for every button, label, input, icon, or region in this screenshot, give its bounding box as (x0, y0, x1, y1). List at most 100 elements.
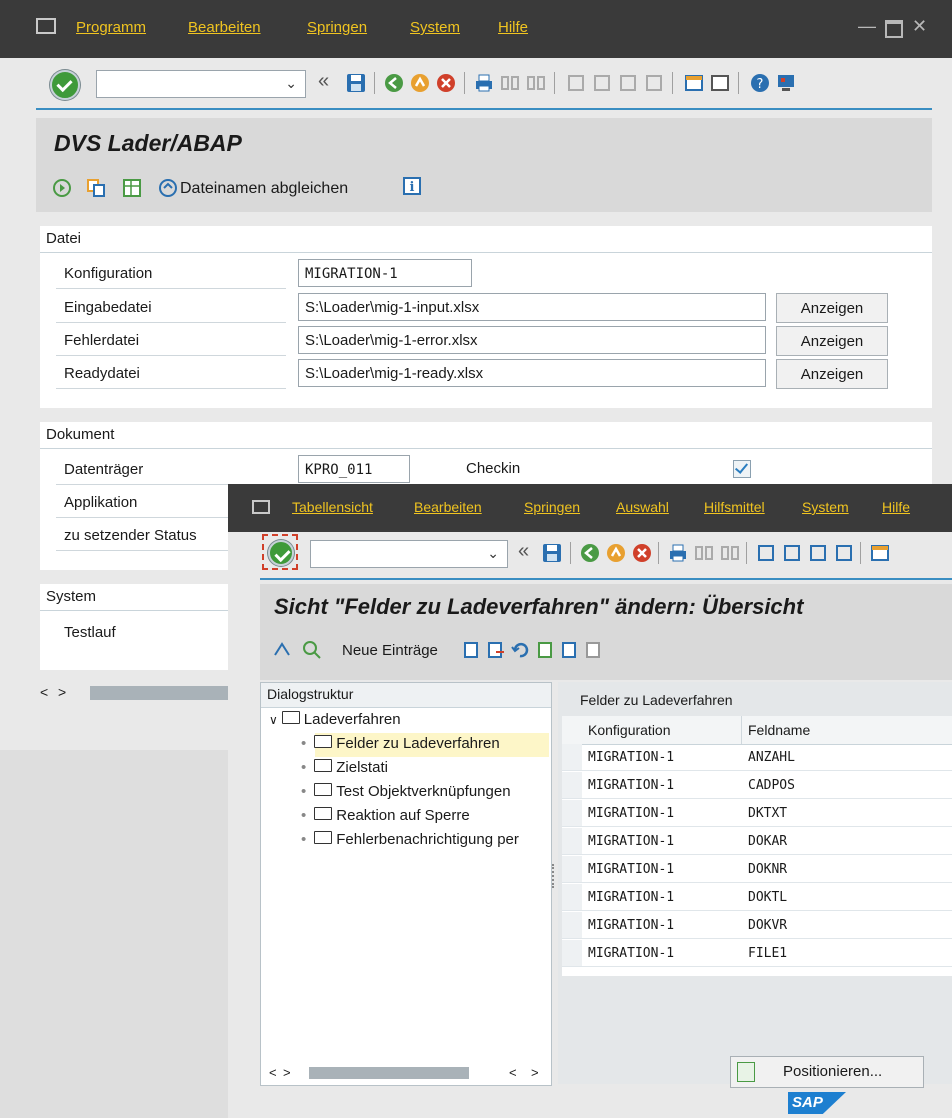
previous-page-icon[interactable] (782, 543, 802, 563)
collapse-icon[interactable]: « (318, 70, 329, 93)
menu-icon[interactable] (36, 18, 56, 34)
scroll-right-icon[interactable]: > (531, 1065, 539, 1080)
menu-icon[interactable] (252, 500, 270, 514)
sync-icon[interactable] (158, 178, 178, 198)
delete-icon[interactable] (486, 640, 506, 660)
menu-springen[interactable]: Springen (307, 19, 367, 36)
horizontal-scrollbar[interactable] (90, 686, 230, 700)
chevron-down-icon[interactable]: ⌄ (285, 75, 297, 92)
splitter-handle[interactable] (552, 864, 556, 888)
tree-node-zielstati[interactable]: • Zielstati (301, 759, 388, 776)
first-page-icon[interactable] (756, 543, 776, 563)
find-icon[interactable] (500, 73, 520, 93)
cell-konfiguration[interactable]: MIGRATION-1 (582, 800, 742, 827)
customize-layout-icon[interactable] (776, 73, 796, 93)
cell-konfiguration[interactable]: MIGRATION-1 (582, 828, 742, 855)
copy-icon[interactable] (86, 178, 106, 198)
row-selector[interactable] (562, 912, 582, 939)
tree-node-fehlerbenachrichtigung[interactable]: • Fehlerbenachrichtigung per (301, 831, 547, 848)
row-selector[interactable] (562, 940, 582, 967)
deselect-all-icon[interactable] (584, 640, 604, 660)
eingabedatei-anzeigen-button[interactable]: Anzeigen (776, 293, 888, 323)
fehlerdatei-anzeigen-button[interactable]: Anzeigen (776, 326, 888, 356)
konfiguration-field[interactable]: MIGRATION-1 (298, 259, 472, 287)
position-button[interactable]: Positionieren... (730, 1056, 924, 1088)
tree-node-test-objektverknuepfungen[interactable]: • Test Objektverknüpfungen (301, 783, 511, 800)
cell-feldname[interactable]: DOKVR (742, 912, 952, 939)
scroll-left-icon[interactable]: < (509, 1065, 517, 1080)
readydatei-anzeigen-button[interactable]: Anzeigen (776, 359, 888, 389)
select-block-icon[interactable] (560, 640, 580, 660)
table-icon[interactable] (122, 178, 142, 198)
cell-feldname[interactable]: DOKTL (742, 884, 952, 911)
menu-auswahl[interactable]: Auswahl (616, 499, 669, 515)
row-selector[interactable] (562, 800, 582, 827)
scroll-left-icon[interactable]: < (40, 684, 48, 700)
cell-konfiguration[interactable]: MIGRATION-1 (582, 884, 742, 911)
menu-programm[interactable]: Programm (76, 19, 146, 36)
cell-konfiguration[interactable]: MIGRATION-1 (582, 940, 742, 967)
last-page-icon[interactable] (644, 73, 664, 93)
menu-bearbeiten[interactable]: Bearbeiten (188, 19, 261, 36)
tree-node-ladeverfahren[interactable]: ∨ Ladeverfahren (269, 711, 401, 728)
command-field[interactable]: ⌄ (96, 70, 306, 98)
row-selector[interactable] (562, 856, 582, 883)
menu-hilfsmittel[interactable]: Hilfsmittel (704, 499, 765, 515)
next-page-icon[interactable] (618, 73, 638, 93)
readydatei-field[interactable]: S:\Loader\mig-1-ready.xlsx (298, 359, 766, 387)
menu-hilfe[interactable]: Hilfe (498, 19, 528, 36)
cell-feldname[interactable]: DOKNR (742, 856, 952, 883)
shortcut-icon[interactable] (710, 73, 730, 93)
scroll-left-icon[interactable]: < (269, 1065, 277, 1080)
next-page-icon[interactable] (808, 543, 828, 563)
maximize-icon[interactable] (885, 20, 903, 38)
execute-icon[interactable] (52, 178, 72, 198)
save-icon[interactable] (346, 73, 366, 93)
minimize-icon[interactable]: — (858, 16, 876, 37)
cell-feldname[interactable]: ANZAHL (742, 744, 952, 771)
new-session-icon[interactable] (684, 73, 704, 93)
chevron-down-icon[interactable]: ⌄ (487, 545, 499, 562)
cell-feldname[interactable]: DKTXT (742, 800, 952, 827)
new-entries-button[interactable]: Neue Einträge (342, 642, 438, 659)
first-page-icon[interactable] (566, 73, 586, 93)
cell-konfiguration[interactable]: MIGRATION-1 (582, 772, 742, 799)
exit-icon[interactable] (606, 543, 626, 563)
menu-system[interactable]: System (410, 19, 460, 36)
checkin-checkbox[interactable] (733, 460, 751, 478)
eingabedatei-field[interactable]: S:\Loader\mig-1-input.xlsx (298, 293, 766, 321)
find-next-icon[interactable] (720, 543, 740, 563)
close-icon[interactable]: ✕ (912, 16, 927, 37)
tree-node-felder[interactable]: • Felder zu Ladeverfahren (301, 735, 500, 752)
details-icon[interactable] (302, 640, 322, 660)
column-feldname[interactable]: Feldname (742, 716, 952, 744)
select-all-icon[interactable] (536, 640, 556, 660)
menu-springen[interactable]: Springen (524, 499, 580, 515)
exit-icon[interactable] (410, 73, 430, 93)
menu-system[interactable]: System (802, 499, 849, 515)
fehlerdatei-field[interactable]: S:\Loader\mig-1-error.xlsx (298, 326, 766, 354)
cell-konfiguration[interactable]: MIGRATION-1 (582, 744, 742, 771)
save-icon[interactable] (542, 543, 562, 563)
copy-as-icon[interactable] (462, 640, 482, 660)
new-session-icon[interactable] (870, 543, 890, 563)
row-selector[interactable] (562, 884, 582, 911)
sync-filenames-button[interactable]: Dateinamen abgleichen (180, 180, 348, 198)
enter-icon[interactable] (50, 70, 80, 100)
cell-konfiguration[interactable]: MIGRATION-1 (582, 856, 742, 883)
command-field[interactable]: ⌄ (310, 540, 508, 568)
enter-icon[interactable] (268, 540, 294, 566)
info-icon[interactable]: i (402, 176, 422, 196)
cell-feldname[interactable]: DOKAR (742, 828, 952, 855)
cancel-icon[interactable] (632, 543, 652, 563)
cell-feldname[interactable]: CADPOS (742, 772, 952, 799)
menu-tabellensicht[interactable]: Tabellensicht (292, 499, 373, 515)
collapse-icon[interactable]: « (518, 540, 529, 563)
cell-konfiguration[interactable]: MIGRATION-1 (582, 912, 742, 939)
tree-horizontal-scrollbar[interactable] (309, 1067, 469, 1079)
cancel-icon[interactable] (436, 73, 456, 93)
column-konfiguration[interactable]: Konfiguration (582, 716, 742, 744)
row-selector[interactable] (562, 744, 582, 771)
menu-bearbeiten[interactable]: Bearbeiten (414, 499, 482, 515)
print-icon[interactable] (668, 543, 688, 563)
